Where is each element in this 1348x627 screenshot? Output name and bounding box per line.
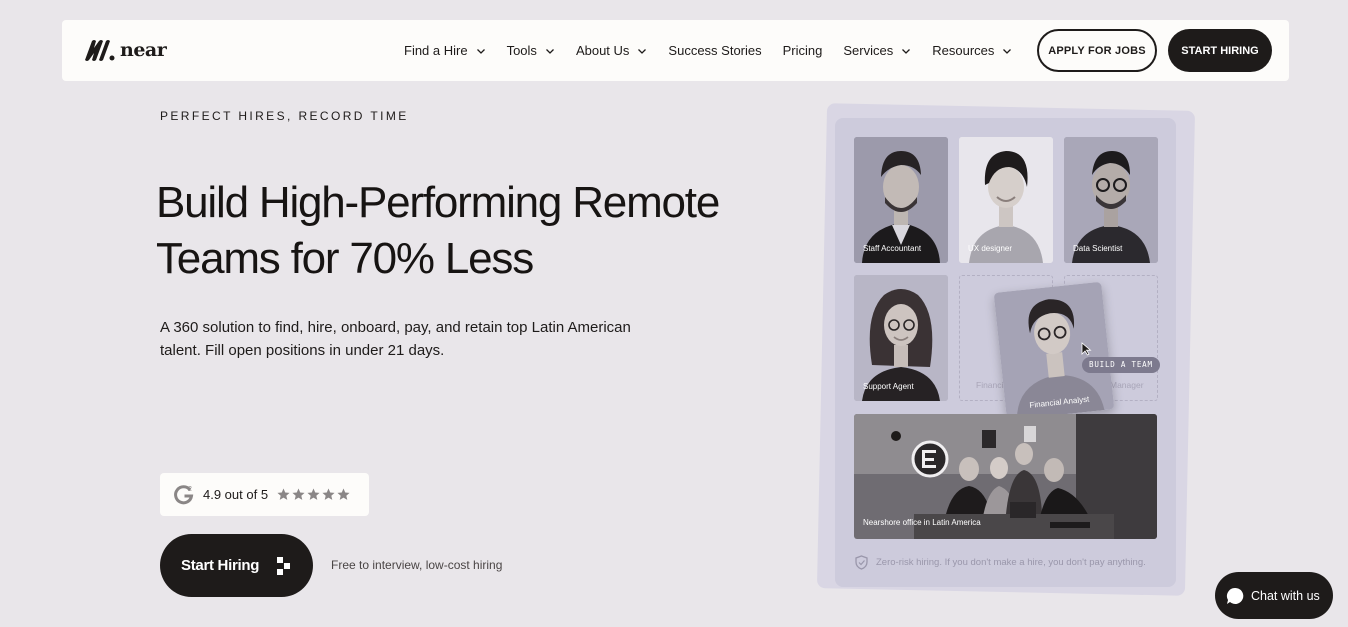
menu-success-stories[interactable]: Success Stories: [668, 43, 761, 58]
chevron-down-icon: [476, 48, 485, 54]
tile-label: UX designer: [968, 244, 1013, 253]
candidate-tile-data-scientist: Data Scientist: [1064, 137, 1158, 263]
chevron-down-icon: [1003, 48, 1012, 54]
office-photo: Nearshore office in Latin America: [854, 414, 1157, 539]
star-icon: [277, 488, 290, 500]
shield-icon: [855, 555, 868, 570]
zero-risk-text: Zero-risk hiring. If you don't make a hi…: [876, 557, 1146, 568]
menu-tools[interactable]: Tools: [507, 43, 555, 58]
chat-label: Chat with us: [1251, 588, 1320, 603]
near-logo-mark-icon: [85, 40, 115, 61]
rating-stars: [277, 488, 350, 501]
menu-label: Pricing: [782, 43, 823, 58]
hero-eyebrow: PERFECT HIRES, RECORD TIME: [160, 109, 409, 123]
candidate-tile-support-agent: Support Agent: [854, 275, 948, 401]
menu-about-us[interactable]: About Us: [576, 43, 647, 58]
chat-with-us-button[interactable]: Chat with us: [1215, 572, 1333, 619]
g2-rating-badge[interactable]: 2 4.9 out of 5: [160, 473, 369, 516]
zero-risk-note: Zero-risk hiring. If you don't make a hi…: [855, 555, 1146, 570]
chevron-down-icon: [902, 48, 911, 54]
floating-candidate-card[interactable]: Financial Analyst: [993, 281, 1115, 421]
star-icon: [292, 488, 305, 500]
menu-label: Tools: [506, 43, 537, 58]
dim-tile-label: Manager: [1110, 380, 1144, 390]
tile-label: Staff Accountant: [863, 244, 922, 253]
chevron-down-icon: [545, 48, 554, 54]
menu-label: Services: [843, 43, 894, 58]
menu-label: Find a Hire: [404, 43, 468, 58]
g2-logo-icon: 2: [174, 484, 194, 504]
top-navbar: near Find a Hire Tools About Us Success …: [62, 20, 1289, 81]
headline-line-2: Teams for 70% Less: [156, 234, 534, 283]
star-icon: [337, 488, 350, 500]
hero-headline: Build High-Performing Remote Teams for 7…: [156, 175, 776, 287]
menu-resources[interactable]: Resources: [932, 43, 1012, 58]
tile-label: Data Scientist: [1073, 244, 1123, 253]
chat-bubble-icon: [1226, 587, 1244, 604]
hero-subtext: A 360 solution to find, hire, onboard, p…: [160, 319, 631, 359]
tile-label: Support Agent: [863, 382, 914, 391]
candidate-tile-staff-accountant: Staff Accountant: [854, 137, 948, 263]
near-logo[interactable]: near: [82, 38, 167, 62]
office-label: Nearshore office in Latin America: [863, 518, 981, 527]
rating-text: 4.9 out of 5: [203, 487, 269, 502]
star-icon: [307, 488, 320, 500]
menu-label: Success Stories: [668, 43, 762, 58]
logo-wordmark: near: [120, 39, 167, 61]
apply-for-jobs-button[interactable]: APPLY FOR JOBS: [1037, 29, 1157, 72]
star-icon: [322, 488, 335, 500]
headline-line-1: Build High-Performing Remote: [156, 178, 720, 227]
svg-text:2: 2: [188, 486, 192, 493]
pixel-arrow-icon: [277, 557, 290, 575]
main-menu: Find a Hire Tools About Us Success Stori…: [404, 20, 1033, 81]
cta-label: Start Hiring: [181, 557, 260, 574]
menu-label: Resources: [932, 43, 995, 58]
build-a-team-badge[interactable]: BUILD A TEAM: [1082, 357, 1160, 373]
start-hiring-nav-button[interactable]: START HIRING: [1168, 29, 1272, 72]
menu-find-a-hire[interactable]: Find a Hire: [404, 43, 486, 58]
start-hiring-cta-button[interactable]: Start Hiring: [160, 534, 313, 597]
mouse-cursor-icon: [1081, 342, 1092, 356]
menu-label: About Us: [575, 43, 630, 58]
candidate-tile-ux-designer: UX designer: [959, 137, 1053, 263]
menu-services[interactable]: Services: [843, 43, 911, 58]
chevron-down-icon: [638, 48, 647, 54]
menu-pricing[interactable]: Pricing: [783, 43, 823, 58]
cta-note: Free to interview, low-cost hiring: [331, 558, 503, 572]
